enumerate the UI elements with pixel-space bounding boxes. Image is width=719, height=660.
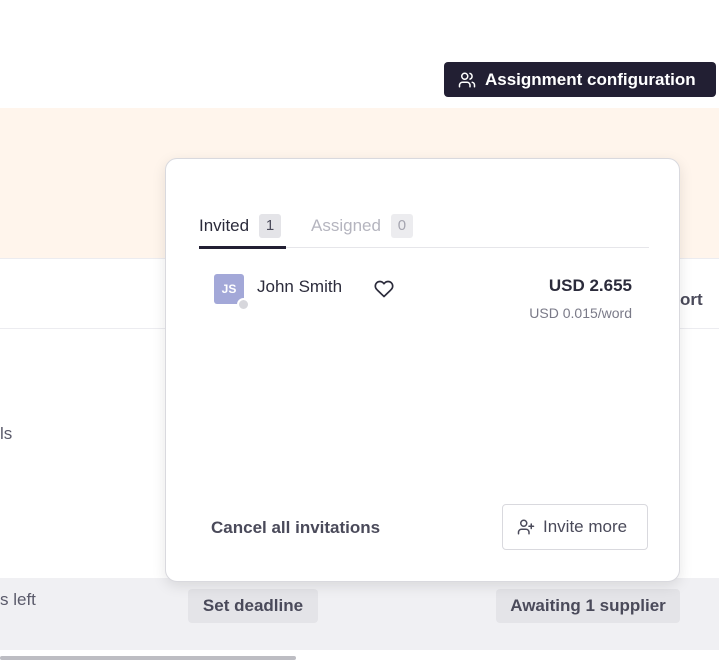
- tab-invited-label: Invited: [199, 216, 250, 235]
- presence-indicator: [237, 298, 250, 311]
- tab-invited[interactable]: Invited 1: [199, 205, 282, 247]
- background-text-fragment: s left: [0, 590, 36, 609]
- users-icon: [458, 71, 476, 89]
- horizontal-scrollbar[interactable]: [0, 656, 296, 660]
- cancel-all-invitations-button[interactable]: Cancel all invitations: [211, 518, 380, 538]
- assignment-configuration-label: Assignment configuration: [485, 69, 696, 89]
- active-tab-indicator: [199, 246, 286, 249]
- tab-assigned-label: Assigned: [311, 216, 381, 235]
- set-deadline-button[interactable]: Set deadline: [188, 589, 318, 623]
- background-text-fragment: ls: [0, 424, 13, 443]
- tab-assigned-count: 0: [390, 214, 413, 238]
- user-plus-icon: [517, 518, 535, 536]
- tab-assigned[interactable]: Assigned 0: [311, 205, 413, 247]
- assignment-popover: Invited 1 Assigned 0 JS John Smith USD 2…: [165, 158, 680, 582]
- heart-icon[interactable]: [374, 279, 394, 299]
- supplier-rate: USD 0.015/word: [529, 305, 632, 321]
- supplier-name[interactable]: John Smith: [257, 277, 342, 297]
- invite-more-label: Invite more: [543, 517, 628, 536]
- awaiting-supplier-badge[interactable]: Awaiting 1 supplier: [496, 589, 680, 623]
- invite-more-button[interactable]: Invite more: [502, 504, 648, 550]
- popover-tabs: Invited 1 Assigned 0: [199, 205, 649, 249]
- tab-invited-count: 1: [259, 214, 282, 238]
- background-column-header: ort: [680, 290, 703, 309]
- assignment-configuration-button[interactable]: Assignment configuration: [444, 62, 716, 97]
- supplier-price: USD 2.655: [548, 276, 632, 295]
